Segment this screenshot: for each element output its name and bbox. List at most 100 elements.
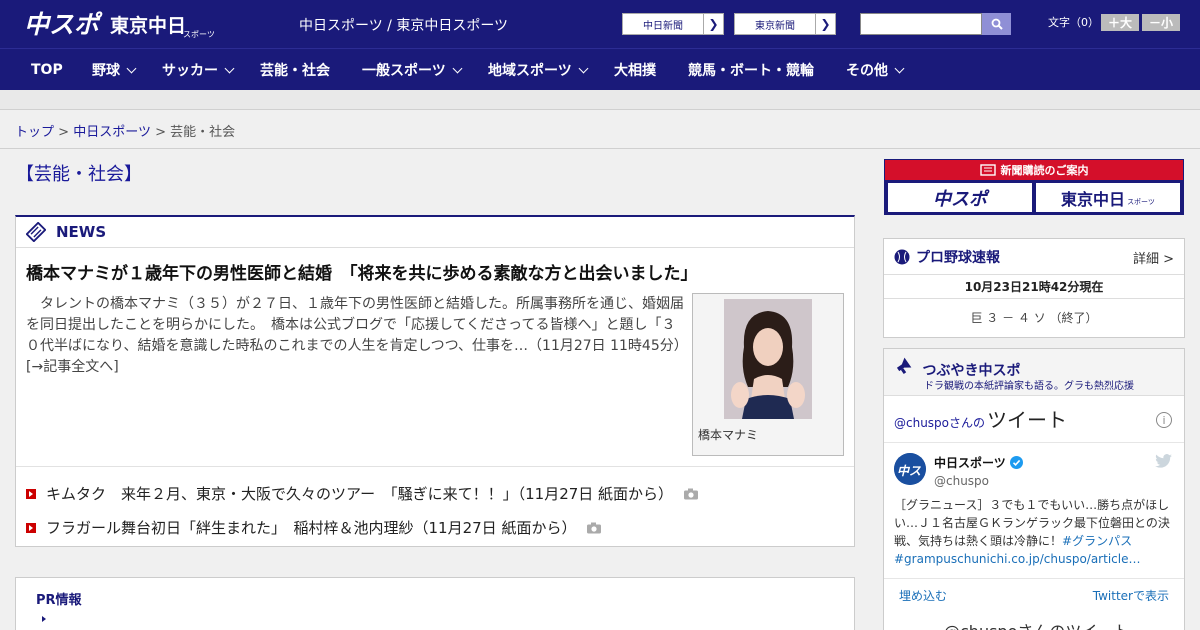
subscribe-tokyo-label: 東京中日 — [1061, 189, 1126, 209]
subscribe-tokyo-button[interactable]: 東京中日 スポーツ — [1036, 183, 1180, 212]
tweet-author[interactable]: 中日スポーツ — [934, 454, 1023, 471]
breadcrumb-sep: > — [58, 125, 70, 140]
nav-label: TOP — [31, 62, 63, 78]
chevron-down-icon — [578, 63, 589, 73]
chevron-down-icon — [224, 63, 235, 73]
timeline-handle: @chuspoさんの — [894, 416, 986, 430]
chunichi-shimbun-label: 中日新聞 — [643, 20, 683, 32]
top-bar: 中スポ 東京中日 スポーツ 中日スポーツ / 東京中日スポーツ 中日新聞 ❯ 東… — [0, 0, 1200, 48]
news-label: NEWS — [56, 223, 107, 241]
nav-label: サッカー — [162, 63, 218, 79]
nav-racing[interactable]: 競馬・ボート・競輪 — [688, 49, 814, 91]
chevron-right-icon: ❯ — [703, 14, 723, 34]
nav-label: その他 — [846, 63, 888, 79]
news-box: NEWS 橋本マナミが１歳年下の男性医師と結婚 「将来を共に歩める素敵な方と出会… — [15, 215, 855, 547]
nav-other[interactable]: その他 — [846, 49, 905, 91]
news-item-title: キムタク 来年２月、東京・大阪で久々のツアー 「騒ぎに来て！！」（11月27日 … — [46, 485, 674, 503]
embed-link[interactable]: 埋め込む — [899, 587, 947, 604]
news-lead[interactable]: タレントの橋本マナミ（３５）が２７日、１歳年下の男性医師と結婚した。所属事務所を… — [26, 294, 695, 378]
breadcrumb-sep: > — [155, 125, 166, 140]
subscription-label: 新聞購読のご案内 — [1000, 164, 1089, 177]
pr-box: PR情報 — [15, 577, 855, 630]
tweet-author-name: 中日スポーツ — [934, 456, 1006, 470]
breadcrumb-bar: トップ > 中日スポーツ > 芸能・社会 — [0, 110, 1200, 149]
ad-strip — [0, 90, 1200, 110]
next-timeline-title: @chuspoさんのツイート — [944, 618, 1129, 630]
baseball-score[interactable]: 巨 ３ － ４ ソ （終了） — [884, 299, 1184, 337]
twitter-header: つぶやき中スポ ドラ観戦の本紙評論家も語る。グラも熱烈応援 — [884, 349, 1184, 395]
view-on-twitter-link[interactable]: Twitterで表示 — [1093, 587, 1169, 604]
nav-label: 一般スポーツ — [362, 63, 446, 79]
chevron-right-icon: ❯ — [815, 14, 835, 34]
twitter-widget: つぶやき中スポ ドラ観戦の本紙評論家も語る。グラも熱烈応援 @chuspoさんの… — [883, 348, 1185, 630]
nav-top[interactable]: TOP — [31, 49, 63, 91]
nav-label: 大相撲 — [614, 63, 656, 79]
chunichi-shimbun-link[interactable]: 中日新聞 ❯ — [622, 13, 724, 35]
twitter-subtitle: ドラ観戦の本紙評論家も語る。グラも熱烈応援 — [924, 381, 1134, 392]
news-header: NEWS — [16, 217, 854, 248]
font-smaller-button[interactable]: －小 — [1142, 14, 1180, 31]
divider — [884, 442, 1184, 443]
breadcrumb-top[interactable]: トップ — [15, 125, 54, 140]
tweet-body[interactable]: ［グラニュース］３でも１でもいい…勝ち点がほしい…Ｊ１名古屋ＧＫランゲラック最下… — [894, 496, 1174, 568]
chevron-down-icon — [894, 63, 905, 73]
search-icon — [991, 18, 1003, 30]
camera-icon — [684, 488, 699, 499]
baseball-header: プロ野球速報 詳細 > — [884, 239, 1184, 275]
site-logo[interactable]: 中スポ 東京中日 スポーツ — [24, 6, 214, 42]
chevron-down-icon — [126, 63, 137, 73]
pr-label: PR情報 — [36, 593, 82, 608]
baseball-title: プロ野球速報 — [916, 249, 1000, 266]
subscription-banner: 新聞購読のご案内 中スポ 東京中日 スポーツ — [884, 159, 1184, 215]
font-larger-button[interactable]: ＋大 — [1101, 14, 1139, 31]
nav-sumo[interactable]: 大相撲 — [614, 49, 656, 91]
newspaper-icon — [979, 164, 996, 176]
news-photo[interactable]: 橋本マナミ — [692, 293, 844, 456]
nav-soccer[interactable]: サッカー — [162, 49, 235, 91]
news-item[interactable]: キムタク 来年２月、東京・大阪で久々のツアー 「騒ぎに来て！！」（11月27日 … — [26, 483, 699, 504]
svg-text:中ス: 中ス — [897, 464, 921, 478]
info-icon[interactable]: i — [1156, 412, 1172, 428]
subscription-header[interactable]: 新聞購読のご案内 — [885, 160, 1183, 180]
divider — [16, 466, 854, 467]
news-item[interactable]: フラガール舞台初日「絆生まれた」 稲村梓＆池内理紗（11月27日 紙面から） — [26, 517, 602, 538]
logo-tokyo: 東京中日 — [110, 14, 186, 37]
baseball-icon — [894, 249, 910, 264]
section-title: 【芸能・社会】 — [16, 164, 142, 185]
logo-tokyo-sub: スポーツ — [183, 30, 214, 39]
site-names: 中日スポーツ / 東京中日スポーツ — [299, 18, 509, 34]
newspaper-icon — [26, 222, 46, 242]
timeline-label: ツイート — [987, 408, 1068, 432]
triangle-right-icon — [42, 616, 46, 622]
tweet-hashtag[interactable]: #グランパス — [1062, 534, 1132, 548]
main-nav: TOP 野球 サッカー 芸能・社会 一般スポーツ 地域スポーツ 大相撲 競馬・ボ… — [0, 48, 1200, 90]
nav-baseball[interactable]: 野球 — [92, 49, 137, 91]
tokyo-shimbun-link[interactable]: 東京新聞 ❯ — [734, 13, 836, 35]
timeline-title[interactable]: @chuspoさんの ツイート — [894, 404, 1067, 433]
news-item-title: フラガール舞台初日「絆生まれた」 稲村梓＆池内理紗（11月27日 紙面から） — [46, 519, 577, 537]
logo-chunichi: 中スポ — [24, 10, 103, 39]
nav-label: 競馬・ボート・競輪 — [688, 63, 814, 79]
camera-icon — [587, 522, 602, 533]
nav-entertainment[interactable]: 芸能・社会 — [260, 49, 330, 91]
tweet-author-handle[interactable]: @chuspo — [934, 474, 989, 488]
search-button[interactable] — [982, 13, 1011, 35]
tokyo-shimbun-label: 東京新聞 — [755, 20, 795, 32]
breadcrumb: トップ > 中日スポーツ > 芸能・社会 — [15, 121, 235, 140]
news-photo-caption: 橋本マナミ — [698, 428, 759, 442]
breadcrumb-parent[interactable]: 中日スポーツ — [73, 125, 151, 140]
subscribe-chunichi-button[interactable]: 中スポ — [888, 183, 1032, 212]
baseball-detail-link[interactable]: 詳細 > — [1133, 248, 1174, 267]
chevron-down-icon — [452, 63, 463, 73]
news-headline[interactable]: 橋本マナミが１歳年下の男性医師と結婚 「将来を共に歩める素敵な方と出会いました」 — [26, 259, 698, 284]
breadcrumb-current: 芸能・社会 — [170, 125, 236, 140]
subscribe-chunichi-label: 中スポ — [933, 188, 987, 210]
verified-icon — [1009, 456, 1023, 469]
nav-label: 野球 — [92, 63, 120, 79]
twitter-bird-icon[interactable] — [1155, 454, 1172, 468]
avatar[interactable]: 中ス — [894, 453, 926, 485]
nav-local-sports[interactable]: 地域スポーツ — [488, 49, 589, 91]
tweet-link[interactable]: #grampuschunichi.co.jp/chuspo/article… — [894, 552, 1140, 566]
search-input[interactable] — [860, 13, 982, 35]
nav-general-sports[interactable]: 一般スポーツ — [362, 49, 463, 91]
